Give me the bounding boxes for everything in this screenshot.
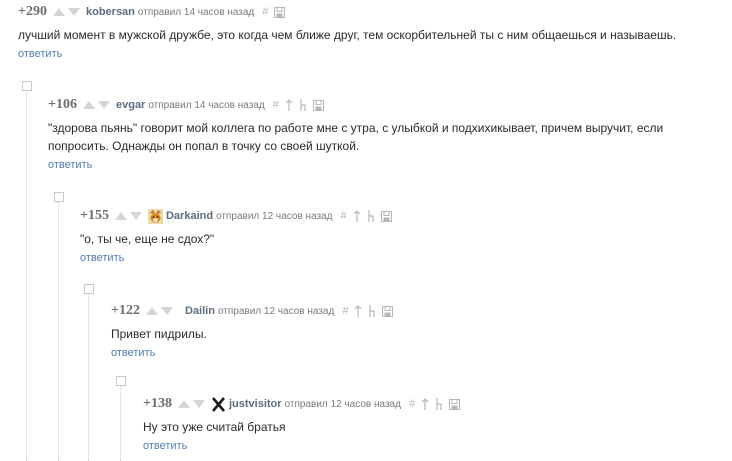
comment-timestamp: отправил 12 часов назад [284, 398, 401, 410]
collapse-toggle[interactable] [84, 284, 94, 294]
permalink-hash-icon[interactable]: # [409, 398, 415, 410]
comment-timestamp: отправил 14 часов назад [137, 6, 255, 18]
save-icon[interactable] [380, 210, 392, 222]
vote-up-icon[interactable] [145, 307, 158, 315]
thread-line [58, 200, 59, 461]
parent-comment-icon[interactable] [285, 99, 293, 111]
permalink-hash-icon[interactable]: # [342, 305, 348, 317]
comment-author[interactable]: Darkaind [166, 210, 213, 222]
vote-down-icon[interactable] [160, 307, 173, 315]
comment-rating: +122 [111, 303, 140, 318]
comment-author[interactable]: kobersan [86, 6, 135, 18]
comment-text: Ну это уже считай братья [143, 420, 286, 434]
comment: +106 evgar отправил 14 часов назад # "зд… [48, 97, 728, 173]
vote-down-icon[interactable] [192, 400, 205, 408]
thread-line [88, 292, 89, 461]
comment-header: +106 evgar отправил 14 часов назад # [48, 97, 728, 113]
comment-rating: +155 [80, 208, 109, 223]
comment-text-line: попросить. Однажды он попал в точку со с… [48, 139, 360, 153]
vote-down-icon[interactable] [67, 8, 80, 16]
comment-actions: # [409, 398, 466, 410]
comment-timestamp: отправил 12 часов назад [217, 305, 335, 317]
reply-link[interactable]: ответить [48, 159, 92, 171]
vote-up-icon[interactable] [177, 400, 190, 408]
comment-rating: +290 [18, 4, 47, 19]
save-icon[interactable] [382, 305, 394, 317]
vote-down-icon[interactable] [97, 101, 110, 109]
thread-branch-icon[interactable] [435, 398, 443, 410]
vote-up-icon[interactable] [114, 212, 127, 220]
reply-link[interactable]: ответить [18, 48, 62, 60]
vote-up-icon[interactable] [52, 8, 65, 16]
comment-author[interactable]: evgar [116, 99, 145, 111]
save-icon[interactable] [312, 99, 324, 111]
save-icon[interactable] [449, 398, 461, 410]
comment-text-line: "здорова пьянь" говорит мой коллега по р… [48, 121, 664, 135]
comment-actions: # [342, 305, 399, 317]
reply-link[interactable]: ответить [80, 252, 124, 264]
comment-author[interactable]: justvisitor [229, 398, 282, 410]
comment-text: лучший момент в мужской дружбе, это когд… [18, 28, 677, 42]
x-avatar-icon[interactable] [211, 396, 226, 412]
reply-link[interactable]: ответить [111, 347, 155, 359]
reply-link[interactable]: ответить [143, 440, 187, 452]
comment-text: "о, ты че, еще не сдох?" [80, 232, 215, 246]
thread-line [120, 385, 121, 461]
comment-header: +155 Darkaind отправил 12 часов назад # [80, 208, 720, 224]
comment-rating: +138 [143, 396, 172, 411]
comment: +138 justvisitor отправил 12 часов назад… [143, 396, 713, 454]
comment-header: +122 Dailin отправил 12 часов назад # [111, 303, 711, 319]
comment-text: Привет пидрилы. [111, 327, 207, 341]
comment-header: +290 kobersan отправил 14 часов назад # [18, 4, 728, 20]
comment-rating: +106 [48, 97, 77, 112]
thread-line [26, 90, 27, 461]
comment-header: +138 justvisitor отправил 12 часов назад… [143, 396, 713, 412]
comment-actions: # [340, 210, 397, 222]
comment: +155 Darkaind отправил 12 часов назад # … [80, 208, 720, 266]
collapse-toggle[interactable] [22, 81, 32, 91]
permalink-hash-icon[interactable]: # [273, 99, 279, 111]
comment-actions: # [273, 99, 330, 111]
permalink-hash-icon[interactable]: # [262, 6, 268, 18]
permalink-hash-icon[interactable]: # [340, 210, 346, 222]
comment: +290 kobersan отправил 14 часов назад # … [18, 4, 728, 62]
parent-comment-icon[interactable] [353, 210, 361, 222]
thread-branch-icon[interactable] [367, 210, 375, 222]
comment-text: "здорова пьянь" говорит мой коллега по р… [48, 119, 728, 155]
thread-branch-icon[interactable] [368, 305, 376, 317]
collapse-toggle[interactable] [54, 192, 64, 202]
fox-avatar-icon[interactable] [147, 208, 163, 224]
parent-comment-icon[interactable] [421, 398, 429, 410]
comment: +122 Dailin отправил 12 часов назад # Пр… [111, 303, 711, 361]
comment-author[interactable]: Dailin [185, 305, 215, 317]
comment-actions: # [262, 6, 291, 18]
thread-branch-icon[interactable] [299, 99, 307, 111]
comment-timestamp: отправил 12 часов назад [216, 210, 333, 222]
vote-up-icon[interactable] [82, 101, 95, 109]
vote-down-icon[interactable] [129, 212, 142, 220]
collapse-toggle[interactable] [116, 376, 126, 386]
save-icon[interactable] [274, 6, 286, 18]
comment-timestamp: отправил 14 часов назад [148, 99, 265, 111]
parent-comment-icon[interactable] [354, 305, 362, 317]
